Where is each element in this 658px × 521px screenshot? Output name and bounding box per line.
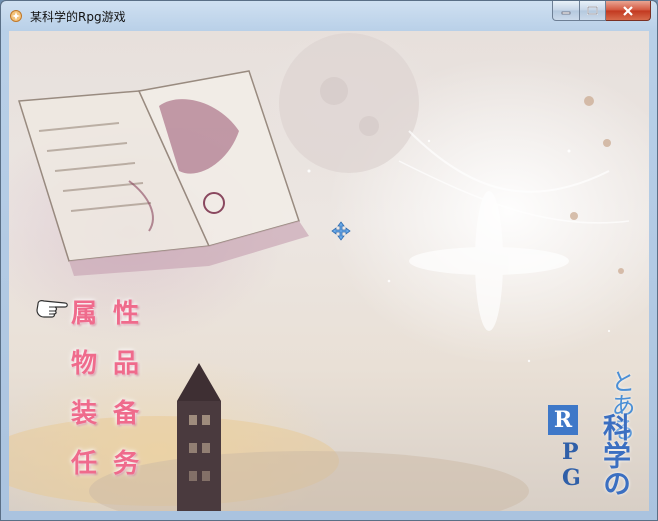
caption-buttons [552, 1, 651, 21]
clock-tower [177, 363, 221, 511]
game-screen[interactable]: 属性 物品 装备 任务 とある 科学の R P G [9, 31, 649, 511]
minimize-icon [561, 11, 571, 14]
move-cursor-icon [331, 221, 351, 241]
menu-item-equipment[interactable]: 装备 [71, 393, 155, 430]
logo-rpg-r: R [548, 405, 578, 435]
menu-item-attributes[interactable]: 属性 [71, 293, 155, 330]
close-icon [623, 5, 633, 16]
window-title: 某科学的Rpg游戏 [30, 10, 126, 24]
game-window: 某科学的Rpg游戏 属性 物品 装备 任务 とある 科学の R P G [0, 0, 658, 521]
logo-rpg-g: G [562, 465, 581, 491]
menu-item-items[interactable]: 物品 [71, 343, 155, 380]
minimize-button[interactable] [552, 1, 580, 21]
app-icon [10, 10, 22, 22]
maximize-button[interactable] [580, 1, 606, 21]
title-bar[interactable]: 某科学的Rpg游戏 [1, 1, 657, 31]
close-button[interactable] [606, 1, 651, 21]
game-logo: とある 科学の R P G [544, 369, 639, 499]
menu-item-quests[interactable]: 任务 [71, 443, 155, 480]
leaves [570, 96, 624, 274]
pointing-hand-icon [36, 300, 68, 318]
moon-shape [279, 33, 419, 173]
maximize-icon [587, 6, 598, 15]
open-book [18, 70, 309, 276]
light-flare [398, 130, 630, 331]
logo-kanji: 科学の [599, 413, 632, 497]
logo-rpg-p: P [562, 439, 579, 465]
